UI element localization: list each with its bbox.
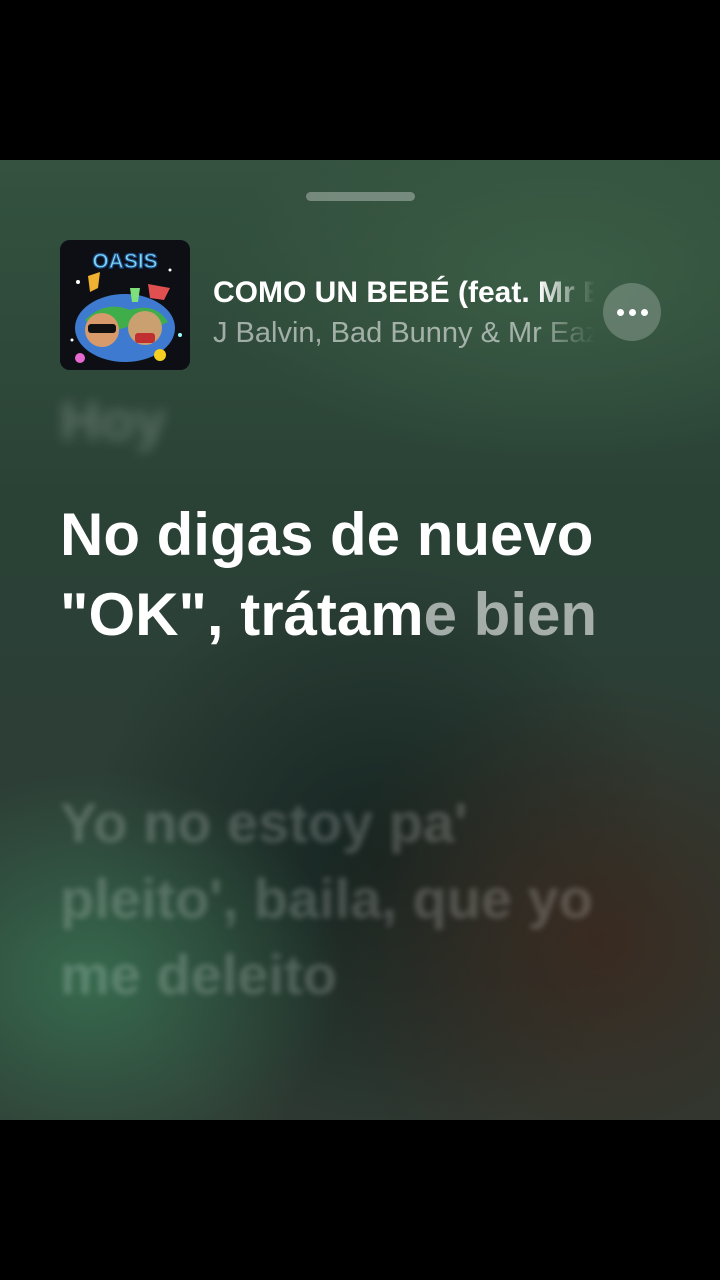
track-info[interactable]: COMO UN BEBÉ (feat. Mr Eazi) J Balvin, B… [213,273,595,353]
album-art-logo: OASIS [92,250,157,273]
lyric-previous-line[interactable]: Hoy [60,385,660,457]
sheet-grabber-handle[interactable] [306,192,415,201]
lyric-current-line[interactable]: No digas de nuevo "OK", trátame bien [60,495,670,655]
track-title: COMO UN BEBÉ (feat. Mr Eazi) [213,276,595,309]
lyric-next-line[interactable]: Yo no estoy pa' pleito', baila, que yo m… [60,785,660,1013]
lyric-unsung-portion: e bien [423,581,598,648]
track-artists: J Balvin, Bad Bunny & Mr Eazi [213,317,595,349]
more-options-button[interactable] [603,283,661,341]
lyrics-sheet: OASIS COMO UN BEBÉ (feat. Mr Eazi) J Bal… [0,160,720,1120]
ellipsis-icon [616,308,648,316]
album-art[interactable]: OASIS [60,240,190,370]
album-cover-illustration: OASIS [60,240,190,370]
